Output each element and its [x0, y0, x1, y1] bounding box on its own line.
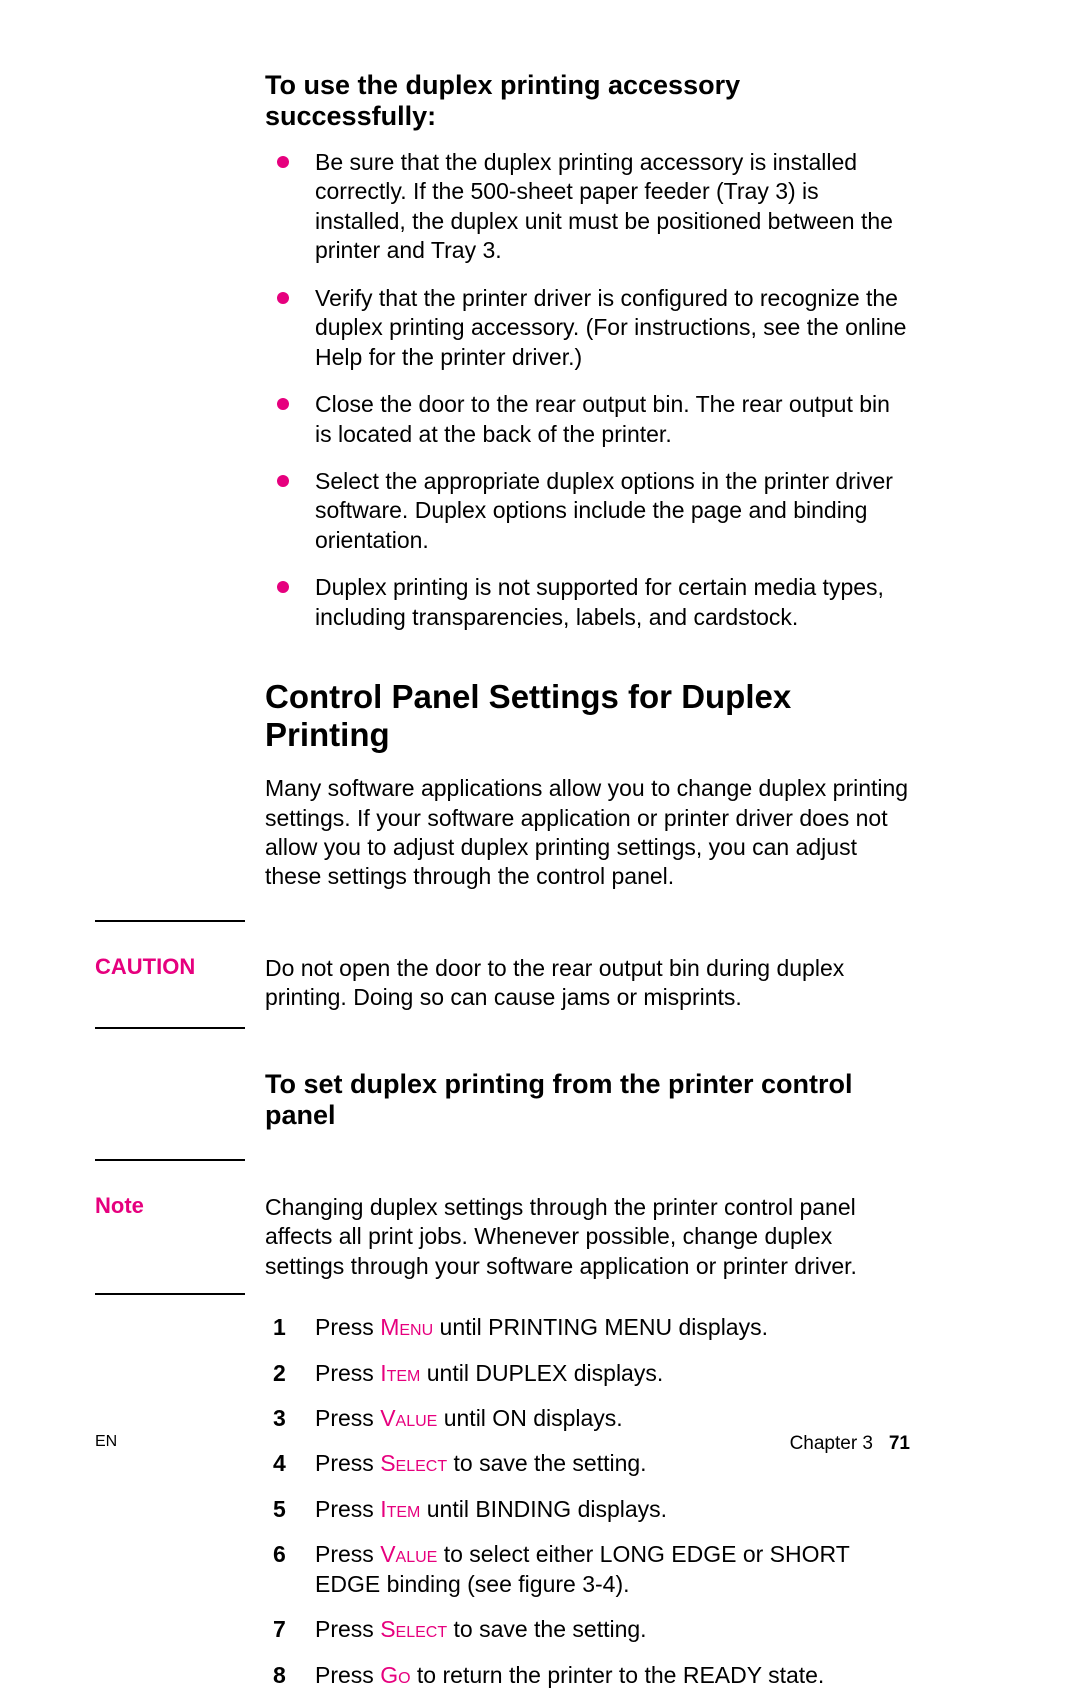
key-value: Value — [380, 1541, 437, 1567]
intro-paragraph: Many software applications allow you to … — [265, 774, 910, 892]
step-text-b: until BINDING displays. — [420, 1496, 667, 1522]
caution-callout: CAUTION Do not open the door to the rear… — [95, 946, 910, 1013]
step-number: 1 — [273, 1313, 286, 1342]
step-item: 3 Press Value until ON displays. — [265, 1404, 910, 1433]
footer-language: EN — [95, 1433, 117, 1455]
caution-text: Do not open the door to the rear output … — [265, 946, 910, 1013]
step-text-b: to save the setting. — [447, 1616, 646, 1642]
divider — [95, 1293, 245, 1295]
step-text-a: Press — [315, 1662, 380, 1688]
footer-page-number: 71 — [889, 1433, 910, 1454]
page: To use the duplex printing accessory suc… — [0, 0, 1080, 1495]
step-item: 5 Press Item until BINDING displays. — [265, 1495, 910, 1524]
key-item: Item — [380, 1496, 420, 1522]
note-text: Changing duplex settings through the pri… — [265, 1185, 910, 1281]
step-item: 8 Press Go to return the printer to the R… — [265, 1661, 910, 1690]
bullet-item: Verify that the printer driver is config… — [265, 284, 910, 372]
step-number: 7 — [273, 1615, 286, 1644]
key-item: Item — [380, 1360, 420, 1386]
step-number: 3 — [273, 1404, 286, 1433]
step-text-a: Press — [315, 1541, 380, 1567]
step-text-a: Press — [315, 1314, 380, 1340]
footer-chapter: Chapter 3 — [790, 1433, 873, 1454]
caution-label: CAUTION — [95, 946, 265, 980]
step-text-b: until DUPLEX displays. — [420, 1360, 663, 1386]
content-column: To set duplex printing from the printer … — [265, 1069, 910, 1131]
divider — [95, 1159, 245, 1161]
divider — [95, 1027, 245, 1029]
step-item: 6Press Value to select either LONG EDGE … — [265, 1540, 910, 1599]
bullet-item: Select the appropriate duplex options in… — [265, 467, 910, 555]
step-text-b: until PRINTING MENU displays. — [433, 1314, 768, 1340]
step-text-a: Press — [315, 1496, 380, 1522]
step-number: 8 — [273, 1661, 286, 1690]
page-footer: EN Chapter 3 71 — [95, 1433, 910, 1455]
key-select: Select — [380, 1616, 447, 1642]
section-heading-set-duplex: To set duplex printing from the printer … — [265, 1069, 910, 1131]
section-heading-duplex-accessory: To use the duplex printing accessory suc… — [265, 70, 910, 132]
note-label: Note — [95, 1185, 265, 1219]
step-number: 6 — [273, 1540, 286, 1569]
divider — [95, 920, 245, 922]
key-value: Value — [380, 1405, 437, 1431]
step-item: 2 Press Item until DUPLEX displays. — [265, 1359, 910, 1388]
step-number: 2 — [273, 1359, 286, 1388]
content-column: To use the duplex printing accessory suc… — [265, 70, 910, 892]
step-text-a: Press — [315, 1360, 380, 1386]
step-text-b: to return the printer to the READY state… — [411, 1662, 825, 1688]
bullet-item: Duplex printing is not supported for cer… — [265, 573, 910, 632]
bullet-item: Be sure that the duplex printing accesso… — [265, 148, 910, 266]
step-text-b: until ON displays. — [437, 1405, 622, 1431]
note-callout: Note Changing duplex settings through th… — [95, 1185, 910, 1281]
step-text-a: Press — [315, 1616, 380, 1642]
key-go: Go — [380, 1662, 410, 1688]
footer-page: Chapter 3 71 — [790, 1433, 910, 1455]
content-column: 1 Press Menu until PRINTING MENU displays… — [265, 1313, 910, 1690]
steps-list: 1 Press Menu until PRINTING MENU displays… — [265, 1313, 910, 1690]
step-number: 5 — [273, 1495, 286, 1524]
bullet-list-duplex-tips: Be sure that the duplex printing accesso… — [265, 148, 910, 632]
step-item: 7 Press Select to save the setting. — [265, 1615, 910, 1644]
key-menu: Menu — [380, 1314, 433, 1340]
step-text-a: Press — [315, 1405, 380, 1431]
section-heading-control-panel: Control Panel Settings for Duplex Printi… — [265, 678, 910, 754]
bullet-item: Close the door to the rear output bin. T… — [265, 390, 910, 449]
step-item: 1 Press Menu until PRINTING MENU displays… — [265, 1313, 910, 1342]
